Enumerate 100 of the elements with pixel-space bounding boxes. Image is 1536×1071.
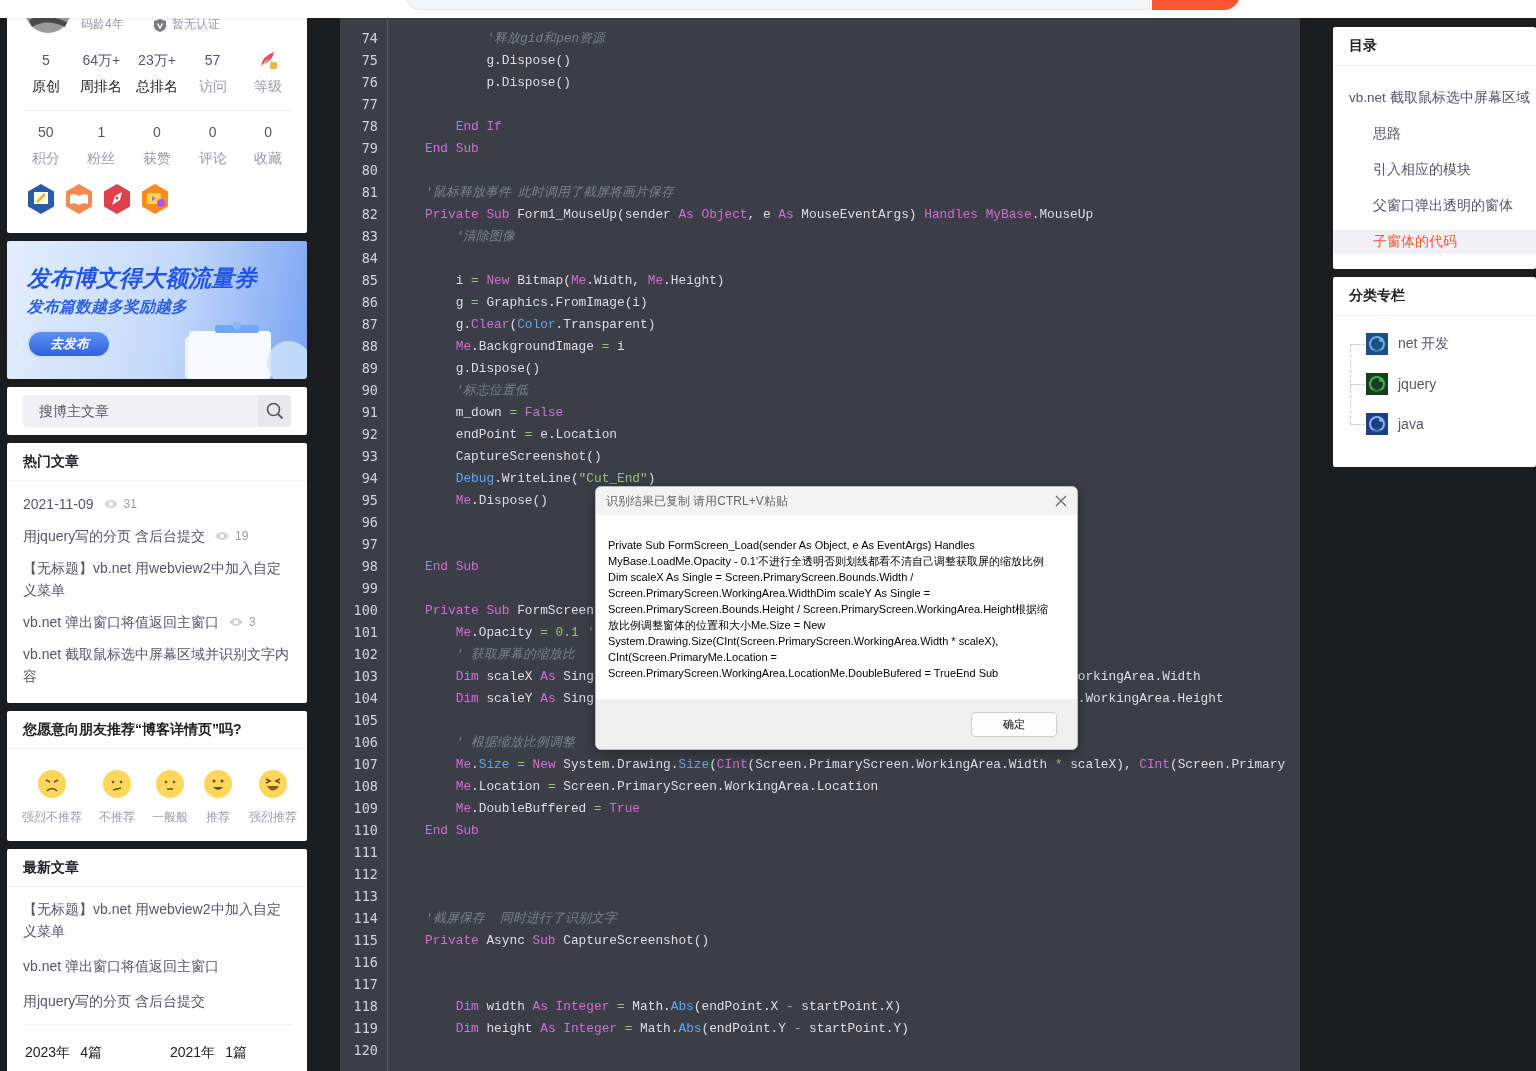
line-number: 76 — [360, 74, 378, 90]
stat-value: 1 — [97, 123, 106, 142]
dialog-title: 识别结果已复制 请用CTRL+V粘贴 — [606, 492, 788, 510]
line-number: 103 — [352, 668, 378, 684]
section-title: 分类专栏 — [1349, 287, 1405, 305]
line-number: 92 — [360, 426, 378, 442]
stat-value: 0 — [208, 123, 217, 142]
code-line: End If — [455, 118, 502, 134]
line-number: 93 — [360, 448, 378, 464]
line-number: 108 — [352, 778, 378, 794]
line-number: 97 — [360, 536, 378, 552]
archive-year[interactable]: 2021年 — [170, 1041, 216, 1063]
stat-value: 57 — [204, 51, 221, 70]
line-number: 86 — [360, 294, 378, 310]
line-number: 113 — [352, 888, 378, 904]
line-number: 110 — [352, 822, 378, 838]
stat-label[interactable]: 原创 — [31, 76, 60, 96]
line-number: 109 — [352, 800, 378, 816]
line-number: 77 — [360, 96, 378, 112]
stat-value: 0 — [153, 123, 161, 142]
code-line: Private Sub FormScreen — [425, 602, 594, 618]
toc-link[interactable]: 思路 — [1333, 122, 1536, 146]
code-line: End Sub — [425, 822, 479, 838]
article-link[interactable]: 用jquery写的分页 含后台提交 — [23, 990, 206, 1012]
promo-banner[interactable]: 发布博文得大额流量券 发布篇数越多奖励越多 去发布 — [7, 241, 307, 379]
category-link[interactable]: net 开发 — [1398, 335, 1450, 353]
code-line: '截屏保存 同时进行了识别文字 — [425, 910, 618, 926]
toc-link[interactable]: 父窗口弹出透明的窗体 — [1333, 194, 1536, 218]
section-title: 您愿意向朋友推荐“博客详情页”吗? — [23, 720, 242, 739]
code-line: Dim scaleY As Sing — [455, 690, 594, 706]
code-line: g = Graphics.FromImage(i) — [455, 294, 648, 310]
code-line: Private Async Sub CaptureScreenshot() — [425, 932, 710, 948]
line-number: 87 — [360, 316, 378, 332]
stat-label: 积分 — [31, 149, 60, 168]
line-number: 114 — [352, 910, 378, 926]
line-number: 90 — [360, 382, 378, 398]
code-line: '释放gid和pen资源 — [486, 30, 606, 46]
line-number: 84 — [360, 250, 378, 266]
line-number: 91 — [360, 404, 378, 420]
category-link[interactable]: jquery — [1398, 376, 1437, 392]
code-line: g.Clear(Color.Transparent) — [455, 316, 656, 332]
stat-label[interactable]: 总排名 — [136, 76, 178, 96]
code-line: ' 获取屏幕的缩放比 — [455, 646, 576, 662]
code-line: p.Dispose() — [486, 74, 571, 90]
stat-value: 5 — [41, 51, 50, 70]
category-link[interactable]: java — [1398, 416, 1424, 432]
coding-age: 码龄4年 — [81, 16, 124, 33]
code-line: Debug.WriteLine("Cut_End") — [455, 470, 656, 486]
ok-button[interactable]: 确定 — [971, 711, 1057, 737]
line-number: 96 — [360, 514, 378, 530]
line-number: 101 — [352, 624, 378, 640]
article-link[interactable]: vb.net 截取鼠标选中屏幕区域并识别文字内容 — [23, 643, 291, 687]
stat-label: 粉丝 — [87, 149, 116, 168]
stat-value: 64万+ — [82, 51, 121, 70]
line-number: 79 — [360, 140, 378, 156]
code-line: CaptureScreenshot() — [455, 448, 602, 464]
search-field[interactable]: 搜博主文章 — [23, 395, 258, 427]
banner-subtitle: 发布篇数越多奖励越多 — [27, 297, 187, 317]
section-title: 目录 — [1349, 37, 1377, 55]
toc-link[interactable]: 引入相应的模块 — [1333, 158, 1536, 182]
code-line: orkingArea.Width — [1077, 668, 1201, 684]
line-number: 80 — [360, 162, 378, 178]
line-number: 78 — [360, 118, 378, 134]
toc-link[interactable]: vb.net 截取鼠标选中屏幕区域 — [1333, 86, 1536, 110]
rating-label: 不推荐 — [98, 809, 135, 825]
view-count: 19 — [235, 529, 249, 543]
line-number: 116 — [352, 954, 378, 970]
code-line: '清除图像 — [455, 228, 516, 244]
line-number: 82 — [360, 206, 378, 222]
code-line: Dim scaleX As Sing — [455, 668, 594, 684]
stat-label: 收藏 — [254, 149, 283, 168]
archive-year[interactable]: 2023年 — [25, 1041, 71, 1063]
code-line: endPoint = e.Location — [455, 426, 617, 442]
article-link[interactable]: 【无标题】vb.net 用webview2中加入自定义菜单 — [23, 557, 291, 601]
archive-count[interactable]: 1篇 — [225, 1041, 247, 1063]
line-number: 112 — [352, 866, 378, 882]
code-line: Me.Opacity = 0.1 ' — [455, 624, 594, 640]
line-number: 81 — [360, 184, 378, 200]
certification-status: 暂无认证 — [171, 16, 220, 33]
stat-label: 获赞 — [143, 149, 171, 168]
article-link[interactable]: 【无标题】vb.net 用webview2中加入自定义菜单 — [23, 898, 291, 942]
line-number: 88 — [360, 338, 378, 354]
code-line: Dim height As Integer = Math.Abs(endPoint.Y - startPoint.Y) — [455, 1020, 909, 1036]
code-line: '标志位置低 — [455, 382, 529, 398]
archive-count[interactable]: 4篇 — [80, 1041, 102, 1063]
code-line: g.Dispose() — [486, 52, 571, 68]
publish-button[interactable]: 去发布 — [27, 330, 111, 358]
line-number: 95 — [360, 492, 378, 508]
view-count: 3 — [249, 615, 256, 629]
stat-value: 50 — [38, 123, 54, 142]
article-link[interactable]: vb.net 弹出窗口将值返回主窗口 — [23, 955, 220, 977]
article-link[interactable]: 2021-11-09 — [23, 493, 94, 515]
article-link[interactable]: 用jquery写的分页 含后台提交 — [23, 525, 206, 547]
article-link[interactable]: vb.net 弹出窗口将值返回主窗口 — [23, 611, 220, 633]
stat-label[interactable]: 周排名 — [80, 76, 123, 96]
rating-label: 强烈不推荐 — [22, 809, 82, 825]
code-line: .WorkingArea.Height — [1077, 690, 1224, 706]
code-line: End Sub — [425, 558, 479, 574]
line-number: 111 — [352, 844, 378, 860]
line-number: 98 — [360, 558, 378, 574]
